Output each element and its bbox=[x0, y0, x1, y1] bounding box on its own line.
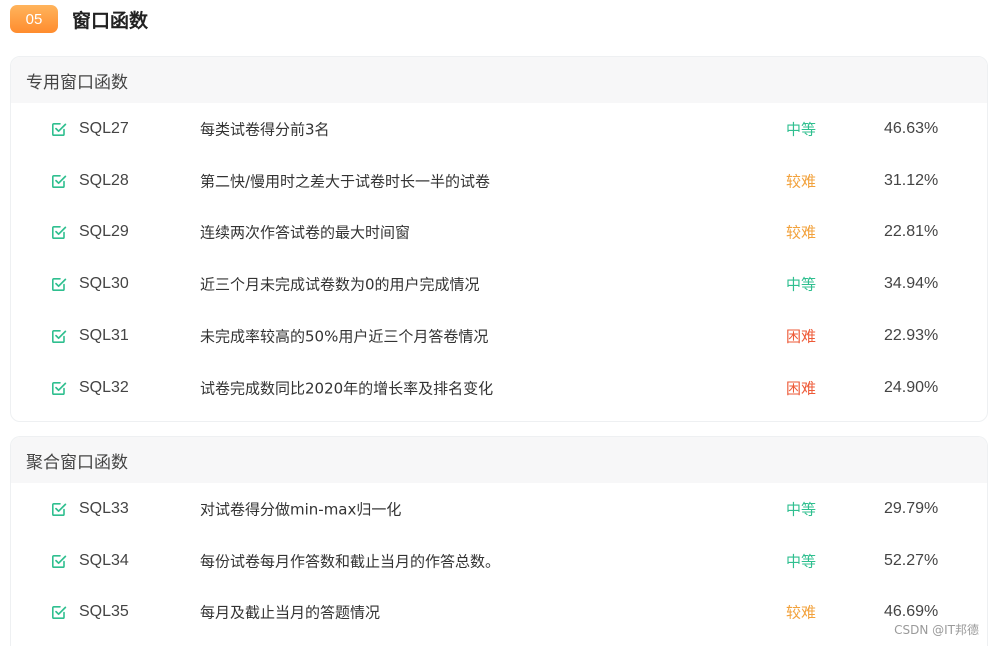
question-title[interactable]: 每类试卷得分前3名 bbox=[200, 118, 330, 139]
check-icon bbox=[51, 173, 67, 189]
question-title[interactable]: 第二快/慢用时之差大于试卷时长一半的试卷 bbox=[200, 170, 490, 191]
check-icon bbox=[51, 121, 67, 137]
question-list: SQL27 每类试卷得分前3名 中等 46.63% SQL28 第二快/慢用时之差大于试卷… bbox=[11, 103, 987, 414]
difficulty-label: 中等 bbox=[786, 552, 817, 571]
question-code[interactable]: SQL31 bbox=[79, 327, 129, 345]
question-title[interactable]: 对试卷得分做min-max归一化 bbox=[200, 498, 401, 519]
difficulty-label: 困难 bbox=[786, 379, 817, 398]
difficulty-label: 较难 bbox=[786, 172, 817, 191]
question-row[interactable]: SQL30 近三个月未完成试卷数为0的用户完成情况 中等 34.94% bbox=[11, 258, 987, 310]
question-row[interactable]: SQL32 试卷完成数同比2020年的增长率及排名变化 困难 24.90% bbox=[11, 362, 987, 414]
question-title[interactable]: 每月及截止当月的答题情况 bbox=[200, 602, 380, 623]
difficulty-label: 较难 bbox=[786, 223, 817, 242]
question-code[interactable]: SQL33 bbox=[79, 500, 129, 518]
question-code[interactable]: SQL32 bbox=[79, 379, 129, 397]
question-row[interactable]: SQL34 每份试卷每月作答数和截止当月的作答总数。 中等 52.27% bbox=[11, 535, 987, 587]
question-code[interactable]: SQL29 bbox=[79, 223, 129, 241]
pass-rate: 46.63% bbox=[884, 119, 939, 137]
pass-rate: 52.27% bbox=[884, 551, 939, 569]
check-icon bbox=[51, 553, 67, 569]
check-icon bbox=[51, 328, 67, 344]
check-icon bbox=[51, 380, 67, 396]
question-code[interactable]: SQL34 bbox=[79, 552, 129, 570]
difficulty-label: 困难 bbox=[786, 327, 817, 346]
pass-rate: 29.79% bbox=[884, 499, 939, 517]
pass-rate: 22.93% bbox=[884, 327, 939, 345]
difficulty-label: 中等 bbox=[786, 120, 817, 139]
question-row[interactable]: SQL29 连续两次作答试卷的最大时间窗 较难 22.81% bbox=[11, 207, 987, 259]
watermark: CSDN @IT邦德 bbox=[894, 623, 979, 637]
question-row[interactable]: SQL31 未完成率较高的50%用户近三个月答卷情况 困难 22.93% bbox=[11, 310, 987, 362]
pass-rate: 24.90% bbox=[884, 378, 939, 396]
question-row[interactable]: SQL35 每月及截止当月的答题情况 较难 46.69% bbox=[11, 587, 987, 639]
pass-rate: 22.81% bbox=[884, 223, 939, 241]
section-header: 05 窗口函数 bbox=[10, 4, 148, 34]
question-title[interactable]: 未完成率较高的50%用户近三个月答卷情况 bbox=[200, 326, 488, 347]
question-list: SQL33 对试卷得分做min-max归一化 中等 29.79% SQL34 每份试卷每月… bbox=[11, 483, 987, 638]
check-icon bbox=[51, 604, 67, 620]
check-icon bbox=[51, 276, 67, 292]
section-title: 窗口函数 bbox=[72, 9, 149, 32]
question-title[interactable]: 每份试卷每月作答数和截止当月的作答总数。 bbox=[200, 550, 500, 571]
question-title[interactable]: 试卷完成数同比2020年的增长率及排名变化 bbox=[200, 377, 493, 398]
difficulty-label: 中等 bbox=[786, 500, 817, 519]
check-icon bbox=[51, 224, 67, 240]
difficulty-label: 较难 bbox=[786, 603, 817, 622]
group-title: 聚合窗口函数 bbox=[11, 437, 987, 483]
question-row[interactable]: SQL27 每类试卷得分前3名 中等 46.63% bbox=[11, 103, 987, 155]
question-group: 专用窗口函数 SQL27 每类试卷得分前3名 中等 46.63% SQL28 第二快/慢用… bbox=[10, 56, 988, 422]
question-code[interactable]: SQL35 bbox=[79, 603, 129, 621]
pass-rate: 46.69% bbox=[884, 603, 939, 621]
question-row[interactable]: SQL28 第二快/慢用时之差大于试卷时长一半的试卷 较难 31.12% bbox=[11, 155, 987, 207]
check-icon bbox=[51, 501, 67, 517]
question-group: 聚合窗口函数 SQL33 对试卷得分做min-max归一化 中等 29.79% SQL3… bbox=[10, 436, 988, 646]
pass-rate: 34.94% bbox=[884, 275, 939, 293]
pass-rate: 31.12% bbox=[884, 171, 939, 189]
question-row[interactable]: SQL33 对试卷得分做min-max归一化 中等 29.79% bbox=[11, 483, 987, 535]
question-code[interactable]: SQL27 bbox=[79, 120, 129, 138]
question-title[interactable]: 近三个月未完成试卷数为0的用户完成情况 bbox=[200, 274, 480, 295]
section-number-badge: 05 bbox=[10, 5, 58, 33]
difficulty-label: 中等 bbox=[786, 275, 817, 294]
question-code[interactable]: SQL28 bbox=[79, 172, 129, 190]
group-title: 专用窗口函数 bbox=[11, 57, 987, 103]
question-title[interactable]: 连续两次作答试卷的最大时间窗 bbox=[200, 222, 410, 243]
question-code[interactable]: SQL30 bbox=[79, 275, 129, 293]
